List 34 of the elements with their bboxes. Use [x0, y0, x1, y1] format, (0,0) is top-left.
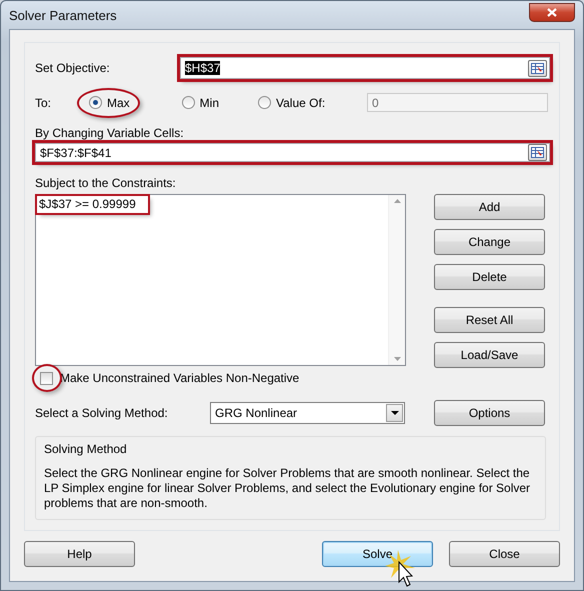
- radio-icon: [89, 96, 102, 109]
- constraint-button[interactable]: Add: [434, 194, 545, 220]
- checkbox[interactable]: [40, 372, 53, 384]
- options-button[interactable]: Options: [434, 400, 545, 426]
- radio-icon: [182, 96, 195, 109]
- constraint-item[interactable]: $J$37 >= 0.99999: [37, 196, 148, 213]
- method-dropdown[interactable]: GRG Nonlinear: [210, 402, 405, 424]
- method-label: Select a Solving Method:: [35, 406, 169, 420]
- radio-option[interactable]: Value Of:: [258, 96, 326, 110]
- to-label: To:: [35, 96, 52, 110]
- objective-field[interactable]: $H$37: [180, 57, 550, 79]
- range-select-icon: [531, 62, 544, 74]
- range-select-icon: [531, 147, 544, 158]
- group-title: Solving Method: [44, 442, 128, 456]
- constraint-button[interactable]: Change: [434, 229, 545, 255]
- window-title: Solver Parameters: [9, 8, 117, 22]
- range-select-button[interactable]: [528, 144, 547, 161]
- footer-button[interactable]: Help: [24, 541, 135, 567]
- radio-option[interactable]: Min: [182, 96, 220, 110]
- constraint-button[interactable]: Reset All: [434, 307, 545, 333]
- variable-cells-label: By Changing Variable Cells:: [35, 126, 185, 140]
- range-select-button[interactable]: [528, 60, 547, 76]
- dropdown-arrow-icon: [390, 411, 398, 415]
- constraint-button[interactable]: Delete: [434, 264, 545, 290]
- constraints-label: Subject to the Constraints:: [35, 176, 177, 190]
- close-button[interactable]: [529, 2, 575, 22]
- objective-label: Set Objective:: [35, 61, 111, 75]
- method-description: Select the GRG Nonlinear engine for Solver Problems that are smooth nonlinear. Select the LP Simplex engine for linear Solver Problems, and select the Evolutionary engine for Solver problems that are non-smooth.: [44, 466, 532, 511]
- footer-button[interactable]: Close: [449, 541, 560, 567]
- radio-option[interactable]: Max: [89, 96, 130, 110]
- close-icon: [547, 8, 557, 16]
- variable-cells-field[interactable]: $F$37:$F$41: [35, 143, 550, 162]
- radio-icon: [258, 96, 272, 109]
- constraint-button[interactable]: Load/Save: [434, 342, 545, 368]
